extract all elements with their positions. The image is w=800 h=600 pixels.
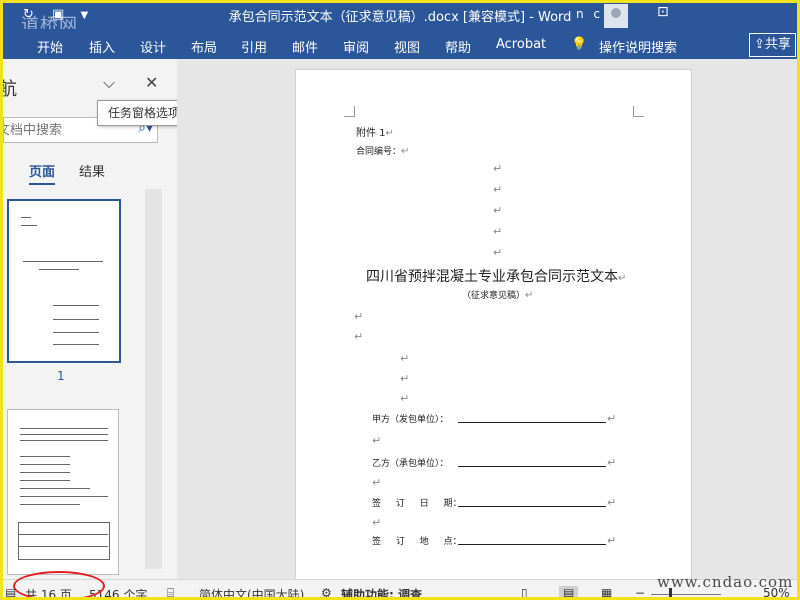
paragraph-mark: ↵	[493, 246, 503, 259]
paragraph-mark: ↵	[400, 352, 410, 365]
paragraph-mark: ↵	[372, 516, 382, 529]
page-thumbnail-2[interactable]	[7, 409, 119, 575]
tell-me-search[interactable]: 操作说明搜索	[599, 37, 677, 56]
paragraph-mark: ↵	[354, 310, 364, 323]
document-page[interactable]: 附件 1↵ 合同编号：↵ ↵ ↵ ↵ ↵ ↵ 四川省预拌混凝土专业承包合同示范文…	[295, 69, 692, 597]
paragraph-mark: ↵	[493, 162, 503, 175]
status-language[interactable]: 简体中文(中国大陆)	[199, 586, 304, 597]
nav-tab-pages[interactable]: 页面	[29, 161, 56, 185]
avatar[interactable]	[604, 4, 628, 28]
tab-home[interactable]: 开始	[37, 37, 63, 56]
accessibility-icon[interactable]: ⚙	[321, 586, 332, 597]
watermark-right: www.cndao.com	[657, 573, 794, 591]
tab-layout[interactable]: 布局	[191, 37, 217, 56]
paragraph-mark: ↵	[607, 534, 617, 547]
print-layout-icon[interactable]: ▤	[559, 586, 579, 597]
nav-pane-title: 导航	[0, 79, 17, 100]
doc-attachment-label: 附件 1↵	[356, 128, 394, 139]
doc-main-title: 四川省预拌混凝土专业承包合同示范文本↵	[366, 269, 627, 285]
ribbon-tabs: 开始 插入 设计 布局 引用 邮件 审阅 视图 帮助 Acrobat 💡 操作说…	[3, 29, 797, 59]
share-label: 共享	[764, 37, 791, 52]
close-icon[interactable]: ✕	[145, 73, 158, 92]
doc-subtitle: （征求意见稿）↵	[462, 290, 534, 301]
thumbnail-scrollbar[interactable]	[145, 189, 162, 569]
share-button[interactable]: ⇪共享	[749, 33, 796, 57]
tab-acrobat[interactable]: Acrobat	[496, 37, 546, 52]
annotation-circle	[13, 571, 105, 597]
paragraph-mark: ↵	[400, 372, 410, 385]
doc-contract-number-label: 合同编号：↵	[356, 146, 410, 157]
paragraph-mark: ↵	[400, 392, 410, 405]
share-icon: ⇪	[754, 37, 765, 52]
doc-sign-place-label: 签 订 地 点：	[372, 537, 462, 547]
user-name[interactable]: n c	[576, 7, 603, 21]
ribbon-display-options-icon[interactable]: ⊡	[657, 4, 669, 20]
document-area[interactable]: 附件 1↵ 合同编号：↵ ↵ ↵ ↵ ↵ ↵ 四川省预拌混凝土专业承包合同示范文…	[177, 59, 797, 597]
web-layout-icon[interactable]: ▦	[601, 586, 612, 597]
paragraph-mark: ↵	[607, 496, 617, 509]
chevron-down-icon[interactable]: ⌵	[103, 73, 115, 93]
paragraph-mark: ↵	[607, 412, 617, 425]
paragraph-mark: ↵	[493, 204, 503, 217]
paragraph-mark: ↵	[354, 330, 364, 343]
tab-references[interactable]: 引用	[241, 37, 267, 56]
navigation-pane: 导航 ⌵ ✕ ⌕▾ 页面 结果 1	[3, 59, 177, 579]
tab-insert[interactable]: 插入	[89, 37, 115, 56]
paragraph-mark: ↵	[372, 434, 382, 447]
doc-sign-date-label: 签 订 日 期：	[372, 499, 462, 509]
tab-design[interactable]: 设计	[140, 37, 166, 56]
zoom-out-button[interactable]: −	[635, 586, 645, 597]
thumbnail-page-number: 1	[57, 369, 65, 383]
paragraph-mark: ↵	[493, 225, 503, 238]
tab-review[interactable]: 审阅	[343, 37, 369, 56]
tab-help[interactable]: 帮助	[445, 37, 471, 56]
doc-party-b-label: 乙方（承包单位）：	[372, 459, 449, 469]
doc-party-a-label: 甲方（发包单位）：	[372, 415, 449, 425]
status-accessibility[interactable]: 辅助功能: 调查	[341, 586, 422, 597]
read-mode-icon[interactable]: ▯	[521, 586, 528, 597]
tab-view[interactable]: 视图	[394, 37, 420, 56]
paragraph-mark: ↵	[493, 183, 503, 196]
proofing-icon[interactable]: ⌸	[167, 586, 174, 597]
nav-tab-results[interactable]: 结果	[79, 161, 105, 180]
tell-me-icon[interactable]: 💡	[571, 37, 587, 52]
title-bar: 道桥网 ↻ ▣ ▼ 承包合同示范文本（征求意见稿）.docx [兼容模式] - …	[3, 3, 797, 36]
window-title: 承包合同示范文本（征求意见稿）.docx [兼容模式] - Word	[228, 10, 572, 25]
app-frame: 道桥网 ↻ ▣ ▼ 承包合同示范文本（征求意见稿）.docx [兼容模式] - …	[0, 0, 800, 600]
page-thumbnail-1[interactable]	[7, 199, 121, 363]
zoom-slider[interactable]	[651, 594, 721, 595]
paragraph-mark: ↵	[372, 476, 382, 489]
paragraph-mark: ↵	[607, 456, 617, 469]
tab-mailings[interactable]: 邮件	[292, 37, 318, 56]
